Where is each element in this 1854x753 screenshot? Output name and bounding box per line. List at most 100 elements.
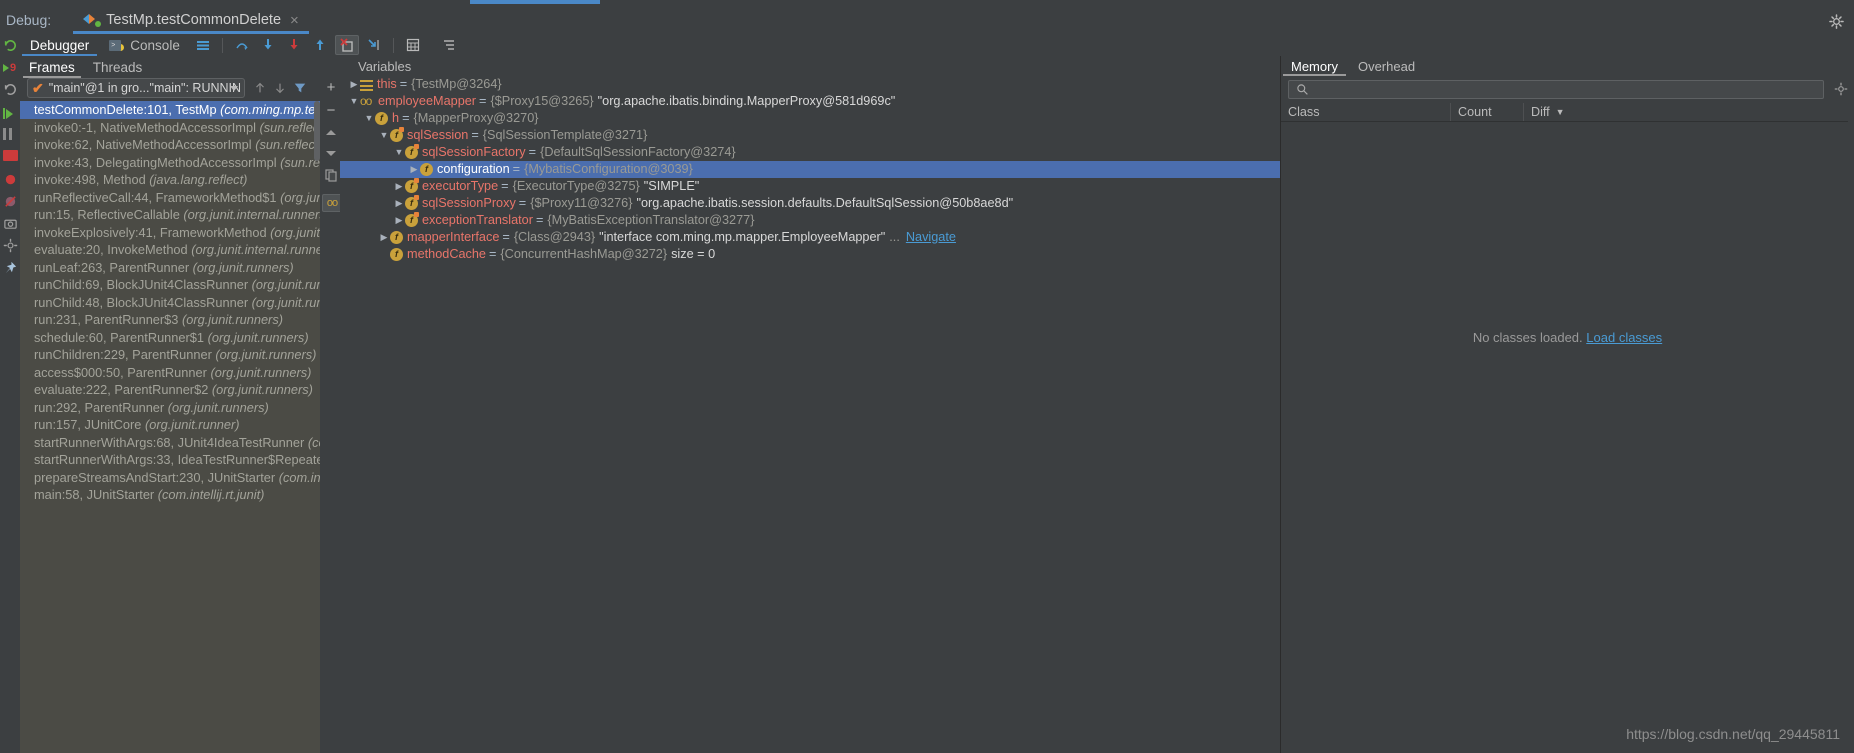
variable-row[interactable]: ▼ f h = {MapperProxy@3270} <box>340 110 1280 127</box>
field-icon: f <box>375 112 388 125</box>
variables-tree[interactable]: ▶ this = {TestMp@3264} ▼ oo employeeMapper = {$P… <box>340 76 1280 633</box>
arrow-down-icon[interactable] <box>270 78 290 98</box>
view-breakpoints-icon[interactable] <box>3 172 18 187</box>
frame-row[interactable]: run:292, ParentRunner (org.junit.runners… <box>20 399 320 417</box>
column-header-count[interactable]: Count <box>1458 105 1523 119</box>
frame-row[interactable]: evaluate:20, InvokeMethod (org.junit.int… <box>20 241 320 259</box>
frame-row[interactable]: run:15, ReflectiveCallable (org.junit.in… <box>20 206 320 224</box>
tab-overhead[interactable]: Overhead <box>1348 56 1425 76</box>
variable-row[interactable]: ▶ f executorType = {ExecutorType@3275} "SIMPL… <box>340 178 1280 195</box>
pause-program-icon[interactable] <box>3 128 18 143</box>
rerun-icon[interactable] <box>3 38 18 53</box>
frames-list[interactable]: testCommonDelete:101, TestMp (com.ming.m… <box>20 101 320 601</box>
debug-session-tab[interactable]: TestMp.testCommonDelete × <box>73 6 309 34</box>
filter-icon[interactable] <box>290 78 310 98</box>
variable-row[interactable]: ▶ f sqlSessionProxy = {$Proxy11@3276} "org.ap… <box>340 195 1280 212</box>
frame-row[interactable]: schedule:60, ParentRunner$1 (org.junit.r… <box>20 329 320 347</box>
variable-row[interactable]: ▼ oo employeeMapper = {$Proxy15@3265} "org.ap… <box>340 93 1280 110</box>
frame-row[interactable]: runChild:69, BlockJUnit4ClassRunner (org… <box>20 276 320 294</box>
frame-method: access$000:50, ParentRunner <box>34 364 211 380</box>
mute-breakpoints-icon[interactable] <box>3 194 18 209</box>
memory-settings-gear-icon[interactable] <box>1834 82 1848 96</box>
chevron-down-icon[interactable]: ▼ <box>363 110 375 127</box>
breakpoint-count-icon[interactable]: 9 <box>3 60 18 75</box>
thread-selector[interactable]: ✔ "main"@1 in gro..."main": RUNNING <box>27 78 245 98</box>
frame-row[interactable]: invoke0:-1, NativeMethodAccessorImpl (su… <box>20 119 320 137</box>
drop-frame-icon[interactable] <box>334 35 359 55</box>
run-to-cursor-icon[interactable] <box>363 36 385 54</box>
load-classes-link[interactable]: Load classes <box>1586 330 1662 345</box>
frame-row[interactable]: prepareStreamsAndStart:230, JUnitStarter… <box>20 469 320 487</box>
restart-debug-icon[interactable] <box>3 82 18 97</box>
frame-row[interactable]: run:231, ParentRunner$3 (org.junit.runne… <box>20 311 320 329</box>
tab-memory[interactable]: Memory <box>1281 56 1348 76</box>
chevron-down-icon[interactable]: ▼ <box>393 144 405 161</box>
gear-icon[interactable] <box>1829 14 1844 29</box>
pin-icon[interactable] <box>3 260 18 275</box>
step-over-icon[interactable] <box>231 36 253 54</box>
mute-breakpoints-toolbar-icon[interactable] <box>192 36 214 54</box>
chevron-down-icon[interactable]: ▼ <box>348 93 360 110</box>
frame-row[interactable]: runChild:48, BlockJUnit4ClassRunner (org… <box>20 294 320 312</box>
evaluate-expression-icon[interactable] <box>402 36 424 54</box>
mapper-icon[interactable]: oo <box>322 194 342 212</box>
column-header-class[interactable]: Class <box>1288 105 1450 119</box>
step-into-icon[interactable] <box>257 36 279 54</box>
frame-row[interactable]: startRunnerWithArgs:33, IdeaTestRunner$R… <box>20 451 320 469</box>
variable-row[interactable]: f methodCache = {ConcurrentHashMap@3272} siz… <box>340 246 1280 263</box>
frame-row[interactable]: runLeaf:263, ParentRunner (org.junit.run… <box>20 259 320 277</box>
frame-row[interactable]: evaluate:222, ParentRunner$2 (org.junit.… <box>20 381 320 399</box>
chevron-right-icon[interactable]: ▶ <box>378 229 390 246</box>
resume-program-icon[interactable] <box>3 106 18 121</box>
variable-row[interactable]: ▼ f sqlSession = {SqlSessionTemplate@3271} <box>340 127 1280 144</box>
frame-row[interactable]: invoke:498, Method (java.lang.reflect) <box>20 171 320 189</box>
close-icon[interactable]: × <box>290 12 299 29</box>
chevron-right-icon[interactable]: ▶ <box>393 212 405 229</box>
frame-row[interactable]: invoke:62, NativeMethodAccessorImpl (sun… <box>20 136 320 154</box>
frame-row[interactable]: runChildren:229, ParentRunner (org.junit… <box>20 346 320 364</box>
variable-row[interactable]: ▶ f mapperInterface = {Class@2943} "interface… <box>340 229 1280 246</box>
chevron-down-icon[interactable] <box>230 86 238 91</box>
up-icon[interactable] <box>324 126 338 140</box>
tab-console[interactable]: > Console <box>99 34 190 56</box>
stop-icon[interactable] <box>3 150 18 161</box>
settings-icon[interactable] <box>3 238 18 253</box>
right-scrollbar[interactable] <box>1848 34 1854 753</box>
frame-row[interactable]: invokeExplosively:41, FrameworkMethod (o… <box>20 224 320 242</box>
chevron-right-icon[interactable]: ▶ <box>348 76 360 93</box>
variable-row[interactable]: ▶ f exceptionTranslator = {MyBatisExceptionT… <box>340 212 1280 229</box>
camera-icon[interactable] <box>3 216 18 231</box>
tab-debugger[interactable]: Debugger <box>20 34 99 56</box>
frames-tabs: Frames Threads <box>20 56 320 78</box>
force-step-into-icon[interactable] <box>283 36 305 54</box>
frame-row[interactable]: run:157, JUnitCore (org.junit.runner) <box>20 416 320 434</box>
variable-row[interactable]: ▼ f sqlSessionFactory = {DefaultSqlSessionFa… <box>340 144 1280 161</box>
tab-threads[interactable]: Threads <box>84 56 152 78</box>
memory-search-box[interactable] <box>1288 80 1824 99</box>
step-out-icon[interactable] <box>309 36 331 54</box>
tab-frames[interactable]: Frames <box>20 56 84 78</box>
frame-row[interactable]: main:58, JUnitStarter (com.intellij.rt.j… <box>20 486 320 504</box>
layout-settings-icon[interactable] <box>438 36 460 54</box>
frame-row[interactable]: startRunnerWithArgs:68, JUnit4IdeaTestRu… <box>20 434 320 452</box>
variable-row[interactable]: ▶ f configuration = {MybatisConfiguration@30… <box>340 161 1280 178</box>
tab-overhead-label: Overhead <box>1357 58 1416 74</box>
variable-row[interactable]: ▶ this = {TestMp@3264} <box>340 76 1280 93</box>
frame-row[interactable]: runReflectiveCall:44, FrameworkMethod$1 … <box>20 189 320 207</box>
chevron-down-icon[interactable]: ▼ <box>378 127 390 144</box>
arrow-up-icon[interactable] <box>250 78 270 98</box>
memory-search-input[interactable] <box>1315 81 1799 98</box>
chevron-right-icon[interactable]: ▶ <box>393 178 405 195</box>
frame-row[interactable]: access$000:50, ParentRunner (org.junit.r… <box>20 364 320 382</box>
chevron-right-icon[interactable]: ▶ <box>408 161 420 178</box>
chevron-right-icon[interactable]: ▶ <box>393 195 405 212</box>
remove-watch-icon[interactable]: − <box>324 103 338 118</box>
copy-icon[interactable] <box>324 168 338 182</box>
column-header-diff[interactable]: Diff ▼ <box>1531 105 1579 119</box>
add-watch-icon[interactable]: + <box>324 80 338 95</box>
frame-row[interactable]: testCommonDelete:101, TestMp (com.ming.m… <box>20 101 320 119</box>
variable-value: {$Proxy15@3265} <box>490 94 594 108</box>
navigate-link[interactable]: Navigate <box>906 229 956 246</box>
down-icon[interactable] <box>324 146 338 160</box>
frame-row[interactable]: invoke:43, DelegatingMethodAccessorImpl … <box>20 154 320 172</box>
